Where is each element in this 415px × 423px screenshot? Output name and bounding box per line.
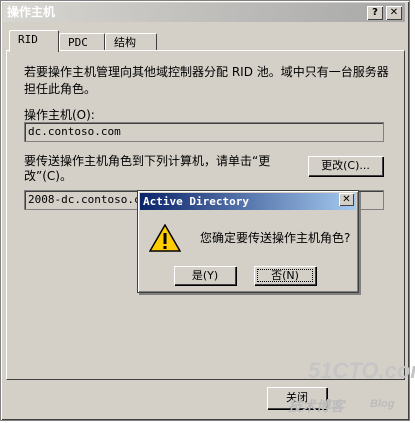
watermark-blog: Blog [370,398,395,410]
help-button[interactable]: ? [367,6,383,20]
host-label: 操作主机(O): [24,108,95,122]
watermark-subtitle: 技术博客 [288,398,344,414]
tab-rid[interactable]: RID [9,30,59,52]
close-icon[interactable]: ✕ [386,6,402,20]
dialog-title-bar: Active Directory [140,193,356,210]
transfer-label: 要传送操作主机角色到下列计算机，请单击“更改”(C)。 [24,154,271,183]
yes-button[interactable]: 是(Y) [174,266,236,285]
warning-icon [149,224,181,252]
tab-infrastructure[interactable]: 结构 [105,33,157,51]
tab-pdc[interactable]: PDC [59,33,105,51]
title-bar: 操作主机 ? ✕ [3,3,405,22]
host-field: dc.contoso.com [24,122,384,142]
dialog-message: 您确定要传送操作主机角色? [200,231,351,245]
dialog-close-icon[interactable]: ✕ [339,193,354,206]
description-text: 若要操作主机管理向其他域控制器分配 RID 池。域中只有一台服务器担任此角色。 [24,65,389,96]
dialog-title: Active Directory [143,195,249,208]
no-button[interactable]: 否(N) [254,266,316,285]
change-button[interactable]: 更改(C)... [308,156,383,176]
watermark-site: 51CTO.com [308,358,415,383]
window-title: 操作主机 [7,5,56,19]
confirm-dialog: Active Directory ✕ 您确定要传送操作主机角色? 是(Y) 否(… [137,190,359,293]
